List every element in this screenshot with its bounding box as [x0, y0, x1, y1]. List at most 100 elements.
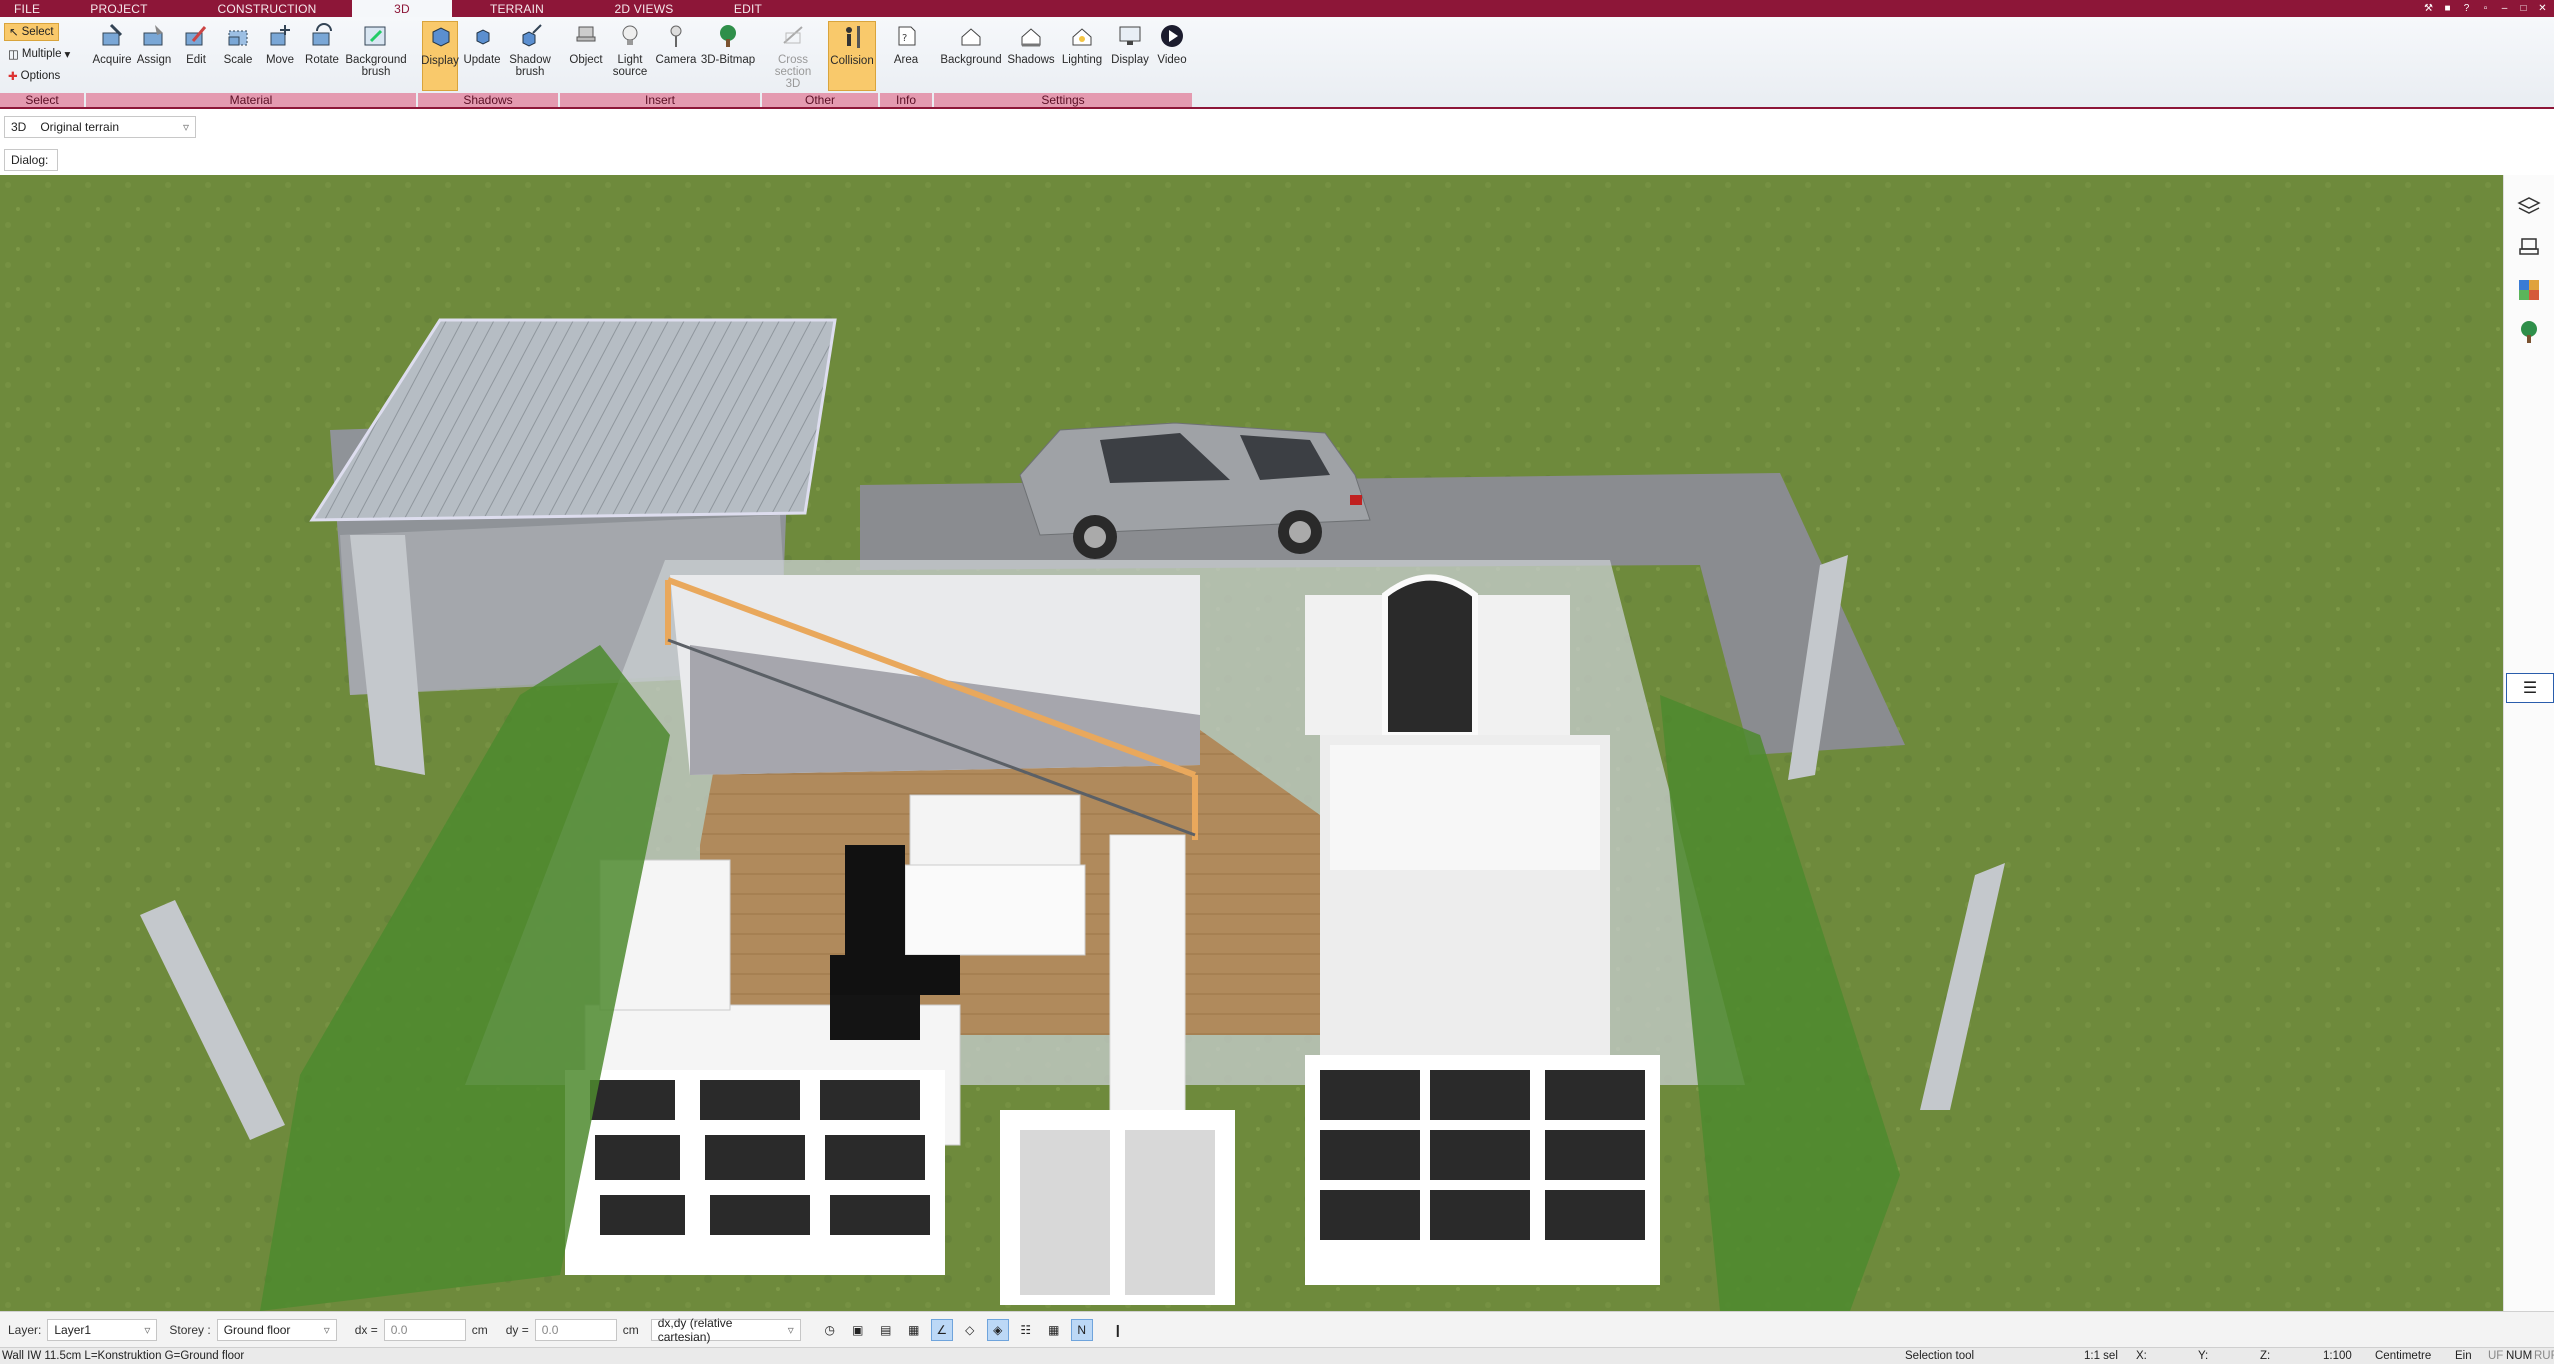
menu-icon: ☰ [2522, 680, 2538, 697]
scale-button[interactable]: Scale [218, 21, 258, 91]
group-other: Cross section 3D Collision Other [762, 17, 878, 109]
group-label-select: Select [0, 93, 84, 107]
move-button[interactable]: Move [260, 21, 300, 91]
dx-label: dx = [354, 1322, 378, 1337]
video-button[interactable]: Video [1154, 21, 1190, 91]
storey-select[interactable]: Ground floor ▿ [216, 1318, 337, 1341]
restore-icon[interactable]: ▫ [2478, 2, 2493, 15]
window-controls: ⚒ ■ ? ▫ – □ ✕ [2421, 0, 2554, 17]
num-indicator: NUM [2506, 1350, 2533, 1362]
clock-icon[interactable]: ◷ [819, 1319, 841, 1341]
camera-icon [662, 21, 690, 51]
snap-angle-icon[interactable]: ∠ [930, 1318, 953, 1341]
chevron-down-icon: ▿ [323, 1322, 330, 1337]
layer-select[interactable]: Layer1 ▿ [47, 1318, 158, 1341]
insert-object-button[interactable]: Object [566, 21, 606, 91]
tab-construction[interactable]: CONSTRUCTION [182, 0, 352, 17]
lighting-settings-button[interactable]: Lighting [1058, 21, 1106, 91]
background-brush-button[interactable]: Background brush [344, 21, 408, 91]
scale-icon [224, 21, 252, 51]
area-button[interactable]: ? Area [884, 21, 928, 91]
person-wall-icon [838, 22, 866, 52]
monitor-icon [1116, 21, 1144, 51]
chevron-down-icon: ▿ [787, 1322, 794, 1337]
pin-icon[interactable]: ■ [2440, 2, 2455, 15]
menu-bar: FILE PROJECT CONSTRUCTION 3D TERRAIN 2D … [0, 0, 2554, 17]
background-settings-button[interactable]: Background [938, 21, 1004, 91]
acquire-button[interactable]: Acquire [92, 21, 132, 91]
furniture-catalog-icon[interactable] [2514, 233, 2544, 263]
shadows-settings-button[interactable]: Shadows [1006, 21, 1056, 91]
kitchen-island [904, 864, 1086, 956]
minimize-icon[interactable]: – [2497, 2, 2512, 15]
group-shadows: Display Update Shadow brush Shadows [418, 17, 558, 109]
3d-viewport[interactable] [0, 175, 2503, 1311]
layer-label: Layer: [8, 1322, 42, 1337]
3d-bitmap-button[interactable]: 3D-Bitmap [700, 21, 756, 91]
chevron-down-icon: ▾ [64, 49, 71, 61]
group-label-settings: Settings [934, 93, 1192, 107]
tab-file[interactable]: FILE [0, 0, 56, 17]
coordinate-mode-select[interactable]: dx,dy (relative cartesian) ▿ [650, 1316, 801, 1344]
tools-icon[interactable]: ⚒ [2421, 2, 2436, 15]
play-icon [1158, 21, 1186, 51]
display-shadows-button[interactable]: Display [421, 21, 459, 91]
light-source-button[interactable]: Light source [610, 21, 650, 91]
tab-terrain[interactable]: TERRAIN [452, 0, 582, 17]
materials-catalog-icon[interactable] [2514, 275, 2544, 305]
options-button[interactable]: ✚ Options [4, 67, 64, 85]
select-button[interactable]: ↖ Select [4, 23, 59, 41]
refresh-cube-icon [468, 21, 496, 51]
group-insert: Object Light source Camera 3D-Bitmap Ins… [560, 17, 760, 109]
snap-surface-icon[interactable]: ◈ [986, 1318, 1009, 1341]
move-arrows-icon [266, 21, 294, 51]
layers-icon[interactable] [2514, 191, 2544, 221]
snap-grid-icon[interactable]: ▦ [903, 1319, 925, 1341]
group-settings: Background Shadows Lighting Display Vide… [934, 17, 1192, 109]
chair-icon [572, 21, 600, 51]
maximize-icon[interactable]: □ [2516, 2, 2531, 15]
light-bulb-icon [616, 21, 644, 51]
z-coordinate: Z: [2260, 1350, 2271, 1362]
camera-button[interactable]: Camera [654, 21, 698, 91]
grid-icon[interactable]: ▦ [1043, 1319, 1065, 1341]
assign-button[interactable]: Assign [134, 21, 174, 91]
tree-icon [714, 21, 742, 51]
view-mode-select[interactable]: 3D Original terrain ▿ [4, 116, 196, 138]
tab-edit[interactable]: EDIT [706, 0, 790, 17]
cross-section-icon [779, 21, 807, 51]
rotate-button[interactable]: Rotate [302, 21, 342, 91]
close-icon[interactable]: ✕ [2535, 2, 2550, 15]
tab-2d-views[interactable]: 2D VIEWS [582, 0, 706, 17]
tab-3d[interactable]: 3D [352, 0, 452, 17]
edit-material-button[interactable]: Edit [176, 21, 216, 91]
north-icon[interactable]: N [1070, 1318, 1093, 1341]
front-door[interactable] [1382, 574, 1478, 738]
dx-input[interactable]: 0.0 [383, 1318, 466, 1341]
help-icon[interactable]: ? [2459, 2, 2474, 15]
collision-button[interactable]: Collision [828, 21, 876, 91]
snap-object-icon[interactable]: ◇ [959, 1319, 981, 1341]
plus-icon: ✚ [8, 71, 18, 83]
plants-catalog-icon[interactable] [2514, 317, 2544, 347]
ortho-icon[interactable]: ☷ [1015, 1319, 1037, 1341]
right-side-panel: ☰ [2503, 175, 2554, 1311]
tab-project[interactable]: PROJECT [56, 0, 182, 17]
panel-collapse-handle[interactable]: ☰ [2506, 673, 2554, 703]
cross-section-3d-button[interactable]: Cross section 3D [768, 21, 818, 91]
snap-line-icon[interactable]: ▤ [875, 1319, 897, 1341]
x-coordinate: X: [2136, 1350, 2147, 1362]
shadow-brush-button[interactable]: Shadow brush [506, 21, 554, 91]
scroll-indicator: RUF [2534, 1350, 2554, 1362]
bottom-status-bar: Wall IW 11.5cm L=Konstruktion G=Ground f… [0, 1347, 2554, 1364]
cursor-icon: ↖ [9, 27, 19, 39]
update-shadows-button[interactable]: Update [462, 21, 502, 91]
info-icon[interactable]: ❙ [1107, 1319, 1129, 1341]
multiple-button[interactable]: ◫ Multiple ▾ [4, 45, 74, 63]
3d-scene[interactable] [0, 175, 2503, 1311]
display-settings-button[interactable]: Display [1108, 21, 1152, 91]
snap-point-icon[interactable]: ▣ [847, 1319, 869, 1341]
storey-label: Storey : [169, 1322, 211, 1337]
dy-input[interactable]: 0.0 [534, 1318, 617, 1341]
group-material: Acquire Assign Edit Scale Move Rotate Ba… [86, 17, 416, 109]
